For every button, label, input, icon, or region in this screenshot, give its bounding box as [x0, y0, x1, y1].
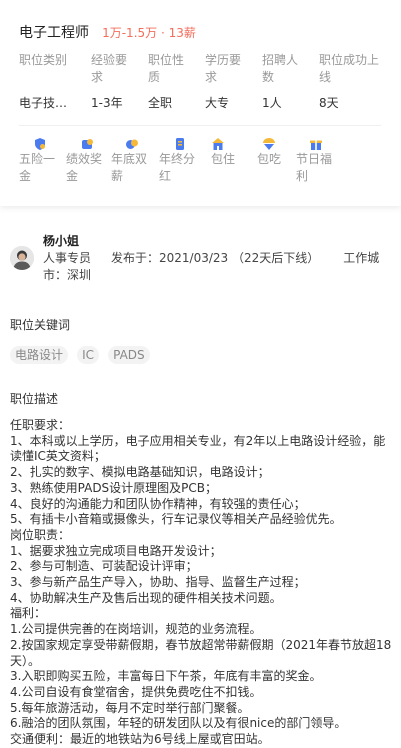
info-category: 职位类别 电子技… — [19, 52, 71, 110]
info-type: 职位性质 全职 — [148, 52, 190, 110]
description-line: 交通便利：最近的地铁站为6号线上屋或官田站。 — [10, 732, 270, 747]
avatar — [10, 246, 34, 270]
publish-date: 发布于：2021/03/23 （22天后下线） — [111, 251, 320, 265]
description-section-title: 职位描述 — [10, 392, 59, 406]
description-line: 1.公司提供完善的在岗培训，规范的业务流程。 — [10, 622, 262, 637]
info-value: 8天 — [319, 96, 339, 110]
info-label: 职位类别 — [19, 53, 68, 67]
description-line: 4、协助解决生产及售后出现的硬件相关技术问题。 — [10, 590, 282, 605]
keyword-tag[interactable]: 电路设计 — [10, 346, 69, 364]
dividend-icon — [173, 136, 187, 150]
info-headcount: 招聘人数 1人 — [262, 52, 304, 110]
double-pay-icon — [125, 136, 139, 150]
description-line: 5.每年旅游活动，每月不定时举行部门聚餐。 — [10, 700, 250, 715]
insurance-icon — [33, 136, 47, 150]
info-online-days: 职位成功上线 8天 — [319, 52, 385, 110]
description-line: 6.融洽的团队氛围，年轻的研发团队以及有很nice的部门领导。 — [10, 716, 347, 731]
info-value: 全职 — [148, 96, 173, 110]
description-line: 2、参与可制造、可装配设计评审； — [10, 559, 198, 574]
benefit-label: 年终分红 — [159, 152, 196, 183]
info-education: 学历要求 大专 — [205, 52, 247, 110]
info-value: 1-3年 — [91, 96, 123, 110]
info-value: 1人 — [262, 96, 282, 110]
description-line: 5、有插卡小音箱或摄像头，行车记录仪等相关产品经验优先。 — [10, 512, 342, 527]
description-line: 2.按国家规定享受带薪假期，春节放超常带薪假期（2021年春节放超18天）。 — [10, 637, 392, 668]
info-label: 学历要求 — [205, 53, 242, 84]
benefit-label: 年底双薪 — [111, 152, 148, 183]
benefit-label: 绩效奖金 — [66, 152, 103, 183]
info-experience: 经验要求 1-3年 — [91, 52, 133, 110]
info-label: 经验要求 — [91, 53, 128, 84]
divider — [19, 125, 381, 126]
description-line: 1、据要求独立完成项目电路开发设计； — [10, 543, 222, 558]
info-label: 职位性质 — [148, 53, 185, 84]
bonus-icon — [80, 136, 94, 150]
gift-icon — [309, 136, 323, 150]
meal-icon — [262, 136, 276, 150]
salary: 1万-1.5万 · 13薪 — [102, 26, 196, 40]
info-value: 大专 — [205, 96, 230, 110]
info-label: 职位成功上线 — [319, 53, 380, 84]
description-line: 4.公司自设有食堂宿舍，提供免费吃住不扣钱。 — [10, 684, 262, 699]
info-value: 电子技… — [19, 96, 68, 110]
benefit-label: 包住 — [211, 152, 236, 166]
description-line: 福利： — [10, 606, 47, 621]
job-description: 任职要求： 1、本科或以上学历，电子应用相关专业，有2年以上电路设计经验，能读懂… — [10, 418, 396, 748]
keywords-section-title: 职位关键词 — [10, 318, 71, 332]
title-row: 电子工程师 1万-1.5万 · 13薪 — [19, 22, 196, 42]
benefit-label: 五险一金 — [19, 152, 56, 183]
info-label: 招聘人数 — [262, 53, 299, 84]
description-line: 3.入职即购买五险，丰富每日下午茶，年底有丰富的奖金。 — [10, 669, 322, 684]
description-line: 1、本科或以上学历，电子应用相关专业，有2年以上电路设计经验，能读懂IC英文资料… — [10, 433, 386, 464]
job-title: 电子工程师 — [19, 25, 89, 41]
description-line: 3、熟练使用PADS设计原理图及PCB； — [10, 480, 218, 495]
description-line: 岗位职责： — [10, 527, 71, 542]
description-line: 2、扎实的数字、模拟电路基础知识，电路设计； — [10, 465, 270, 480]
keyword-tags: 电路设计 IC PADS — [10, 344, 154, 364]
keyword-tag[interactable]: IC — [77, 346, 100, 364]
contact-name: 杨小姐 — [43, 234, 80, 248]
description-line: 4、良好的沟通能力和团队协作精神，有较强的责任心； — [10, 496, 306, 511]
job-header-card: 电子工程师 1万-1.5万 · 13薪 职位类别 电子技… 经验要求 1-3年 … — [0, 0, 401, 206]
description-line: 3、参与新产品生产导入，协助、指导、监督生产过程； — [10, 575, 306, 590]
keyword-tag[interactable]: PADS — [108, 346, 150, 364]
description-line: 任职要求： — [10, 418, 71, 432]
contact-meta: 人事专员 发布于：2021/03/23 （22天后下线） 工作城市：深圳 — [43, 250, 393, 284]
housing-icon — [211, 136, 225, 150]
benefit-label: 节日福利 — [296, 152, 333, 183]
contact-role: 人事专员 — [43, 251, 92, 265]
benefit-label: 包吃 — [257, 152, 282, 166]
